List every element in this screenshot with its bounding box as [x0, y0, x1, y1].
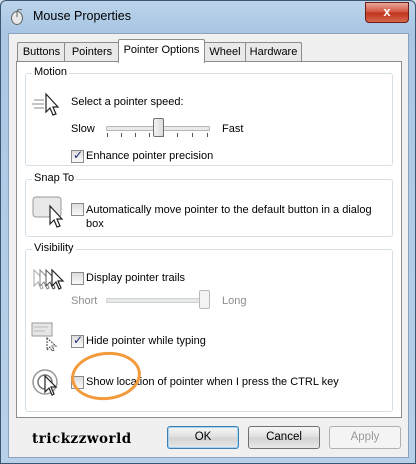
- window-title: Mouse Properties: [33, 9, 131, 23]
- pointer-speed-thumb[interactable]: [153, 118, 164, 137]
- slow-label: Slow: [71, 123, 95, 135]
- ok-button[interactable]: OK: [167, 426, 239, 449]
- enhance-precision-checkbox[interactable]: [71, 148, 84, 163]
- pointer-location-icon: [32, 369, 58, 396]
- pointer-trails-thumb[interactable]: [199, 290, 210, 309]
- tab-pointer-options[interactable]: Pointer Options: [118, 39, 205, 63]
- pointer-trails-label: Display pointer trails: [86, 272, 186, 284]
- hide-pointer-label: Hide pointer while typing: [86, 335, 206, 347]
- dialog-client: Buttons Pointers Pointer Options Wheel H…: [8, 33, 409, 458]
- tab-hardware[interactable]: Hardware: [245, 42, 302, 62]
- mouse-properties-window: Mouse Properties x Buttons Pointers Poin…: [0, 0, 416, 464]
- snap-to-default-checkbox[interactable]: [71, 203, 84, 216]
- pointer-trails-icon: [33, 268, 65, 290]
- long-label: Long: [222, 295, 247, 307]
- pointer-trails-slider[interactable]: [106, 298, 210, 303]
- watermark-text: trickzzworld: [32, 431, 132, 447]
- slider-tick: [121, 133, 122, 137]
- slider-tick: [135, 133, 136, 137]
- apply-button[interactable]: Apply: [329, 426, 401, 449]
- tab-pointers[interactable]: Pointers: [64, 42, 120, 62]
- slider-tick: [207, 133, 208, 137]
- fast-label: Fast: [222, 123, 244, 135]
- hide-pointer-checkbox[interactable]: [71, 333, 84, 348]
- mouse-icon: [11, 9, 23, 25]
- tab-buttons[interactable]: Buttons: [17, 42, 66, 62]
- snap-to-icon: [32, 196, 64, 228]
- motion-group-label: Motion: [32, 66, 70, 78]
- slider-tick: [107, 133, 108, 137]
- close-icon: x: [383, 4, 391, 19]
- snap-to-group-label: Snap To: [32, 172, 77, 184]
- close-button[interactable]: x: [365, 2, 409, 23]
- pointer-options-panel: Motion Select a pointer speed: Slow Fast: [16, 61, 402, 418]
- slider-tick: [177, 133, 178, 137]
- visibility-group-label: Visibility: [32, 242, 76, 254]
- slider-tick: [149, 133, 150, 137]
- title-bar[interactable]: Mouse Properties x: [1, 1, 415, 33]
- hide-pointer-icon: [31, 322, 58, 352]
- short-label: Short: [71, 295, 98, 307]
- pointer-speed-label: Select a pointer speed:: [71, 96, 184, 108]
- enhance-precision-label: Enhance pointer precision: [86, 150, 214, 162]
- pointer-speed-icon: [32, 92, 60, 116]
- cancel-button[interactable]: Cancel: [248, 426, 320, 449]
- motion-group: Motion Select a pointer speed: Slow Fast: [25, 66, 393, 166]
- snap-to-default-label: Automatically move pointer to the defaul…: [86, 204, 372, 230]
- tab-wheel[interactable]: Wheel: [203, 42, 247, 62]
- snap-to-group: Snap To Automatically move pointer to th…: [25, 172, 393, 237]
- slider-tick: [192, 133, 193, 137]
- pointer-trails-checkbox[interactable]: [71, 272, 84, 285]
